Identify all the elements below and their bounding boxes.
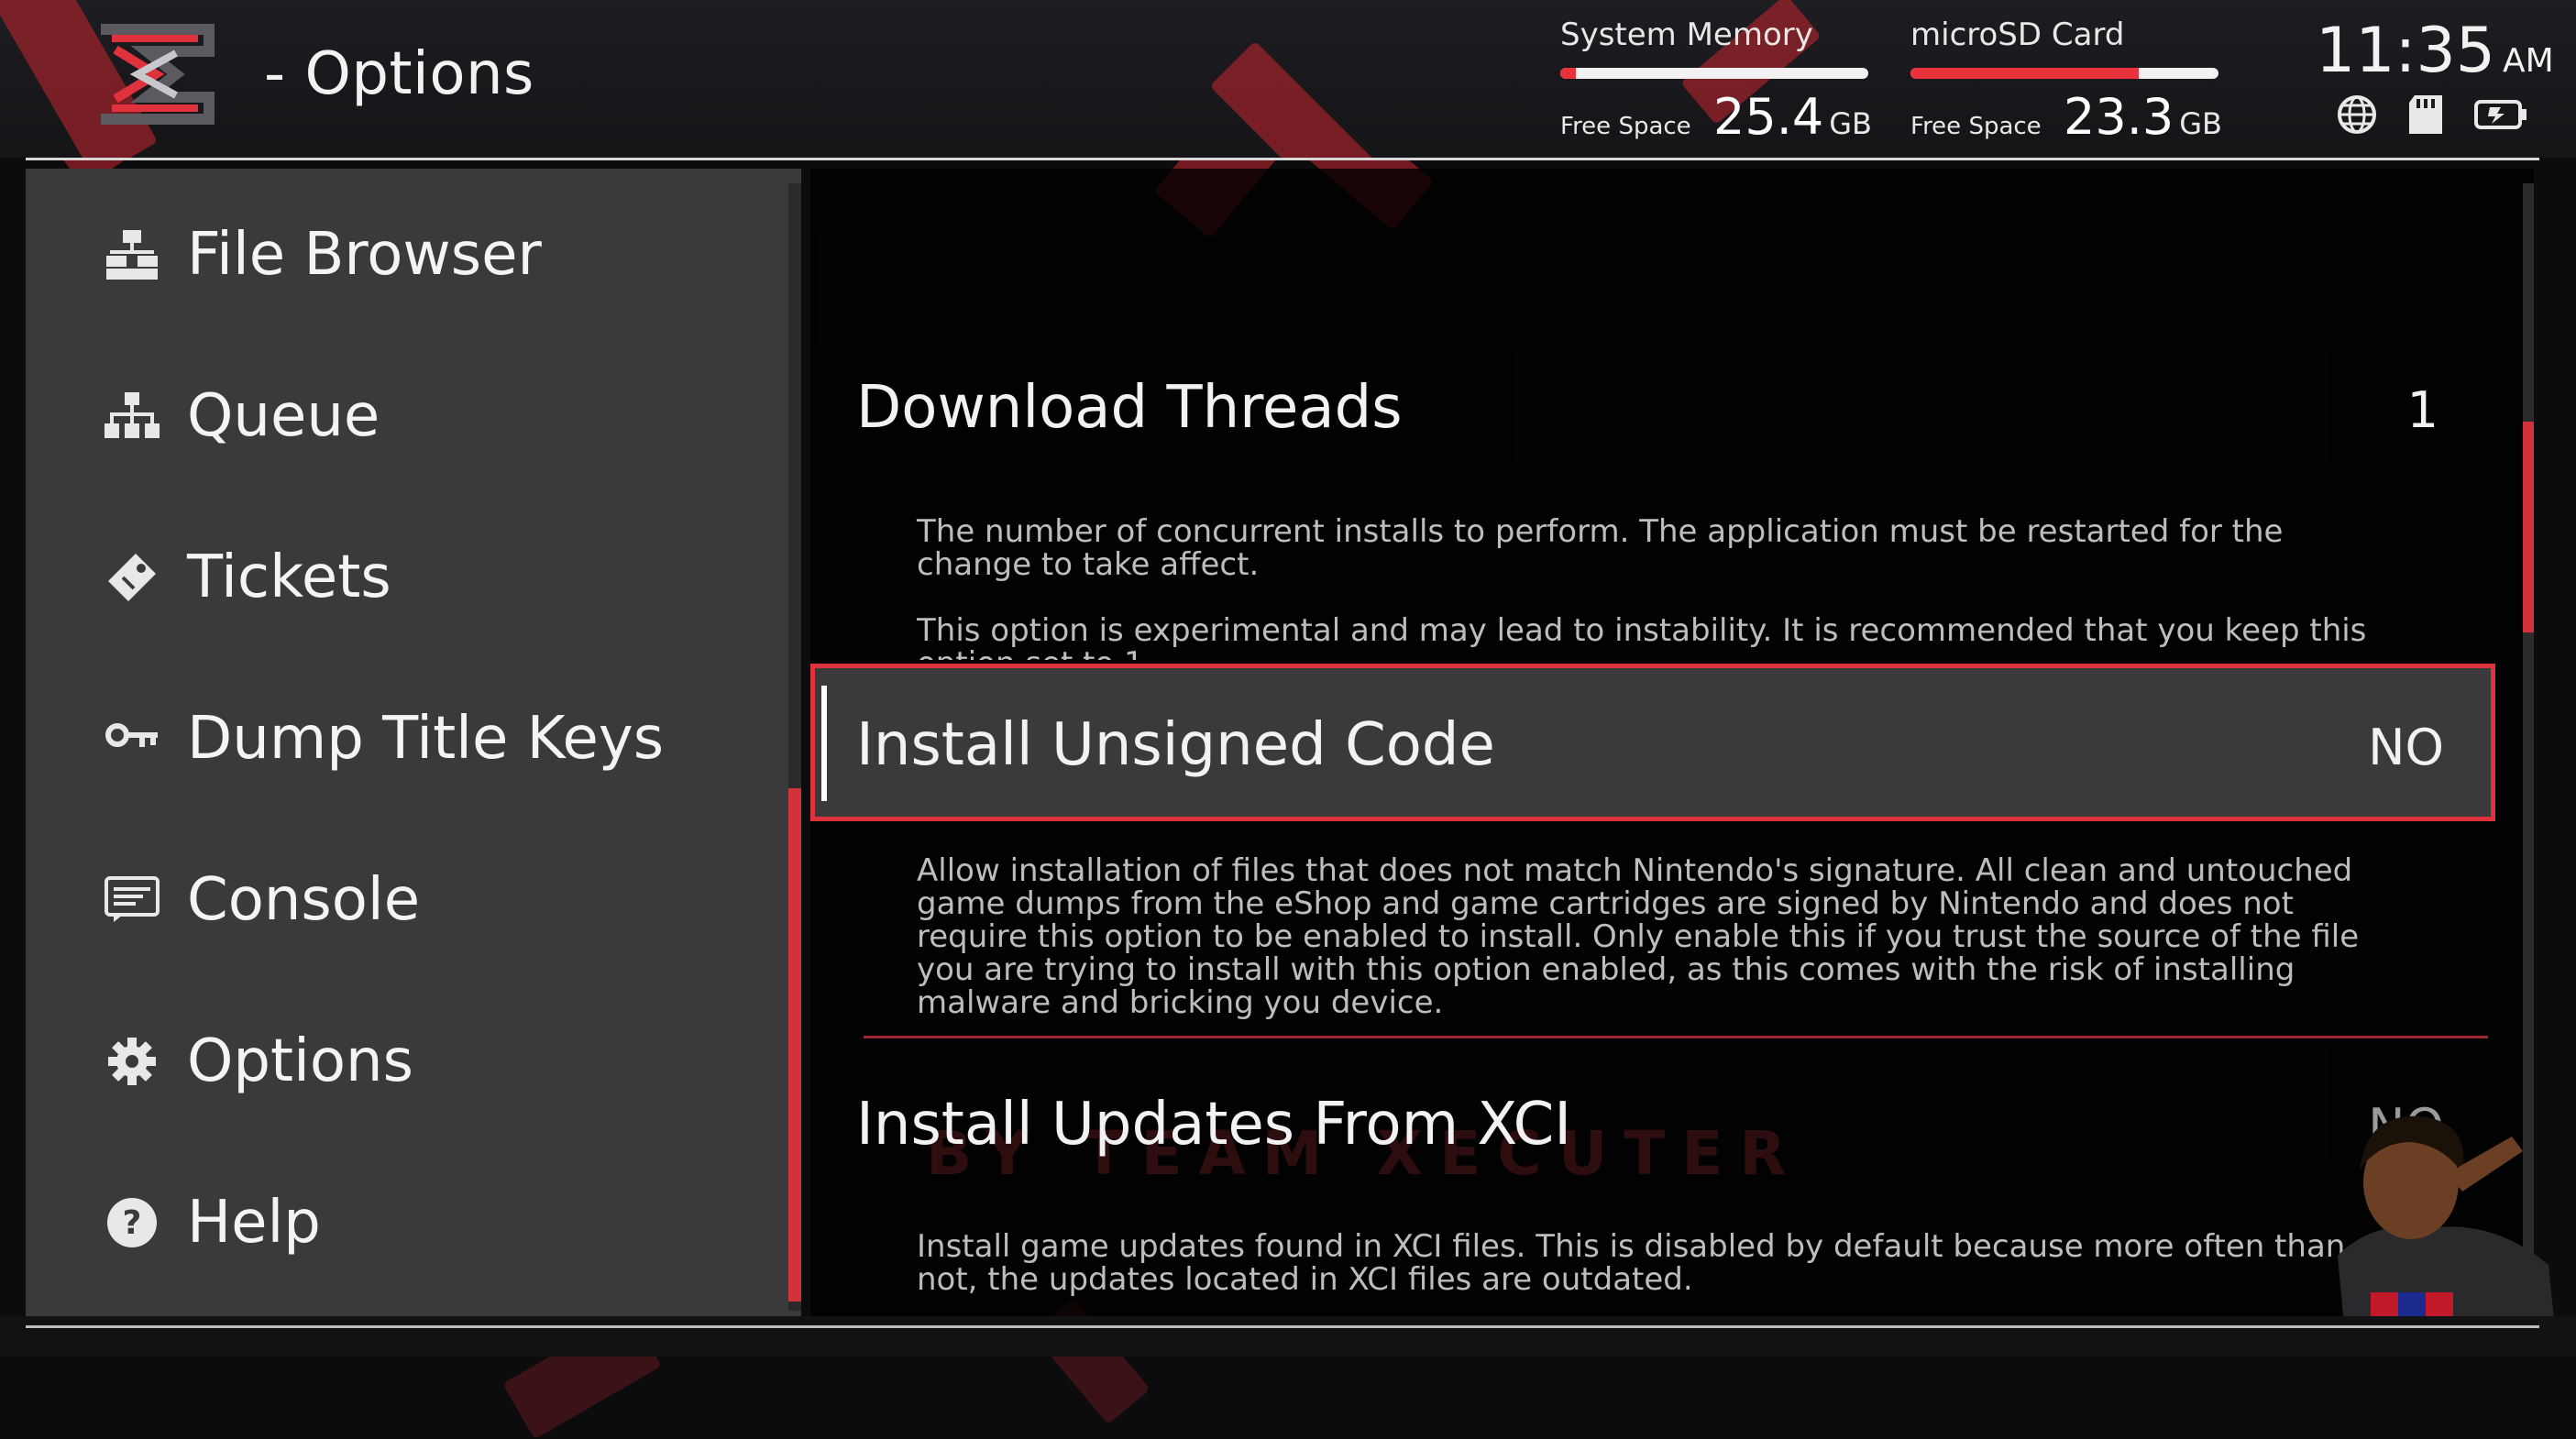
option-title-download-threads[interactable]: Download Threads — [856, 374, 1403, 442]
sidebar-item-queue[interactable]: Queue — [26, 352, 801, 480]
globe-icon — [2338, 95, 2376, 134]
sidebar: File Browser Queue Tickets Dump Title Ke… — [26, 169, 801, 1316]
gear-icon — [105, 1034, 160, 1089]
option-description: Allow installation of files that does no… — [917, 852, 2360, 1021]
status-icons — [2336, 93, 2528, 136]
system-memory-bar-fill — [1560, 68, 1576, 79]
footer-divider — [26, 1325, 2539, 1328]
system-free-amount: 25.4 — [1713, 88, 1824, 146]
system-memory-bar — [1560, 68, 1868, 79]
option-description: The number of concurrent installs to per… — [917, 513, 2284, 583]
sidebar-item-label: Dump Title Keys — [187, 705, 665, 773]
streamer-avatar — [2338, 1115, 2558, 1357]
header-bar: - Options System Memory Free Space 25.4 … — [0, 0, 2576, 158]
sidebar-item-tickets[interactable]: Tickets — [26, 513, 801, 642]
clock-ampm: AM — [2502, 42, 2554, 80]
option-title-install-unsigned-code[interactable]: Install Unsigned Code — [856, 711, 1495, 779]
sidebar-item-label: Help — [187, 1189, 321, 1257]
ticket-icon — [105, 550, 160, 605]
sidebar-item-help[interactable]: ? Help — [26, 1159, 801, 1287]
sidebar-item-label: File Browser — [187, 221, 542, 289]
selection-marker — [821, 686, 827, 801]
system-free-unit: GB — [1829, 106, 1872, 141]
console-icon — [105, 873, 160, 928]
sidebar-item-dump-title-keys[interactable]: Dump Title Keys — [26, 675, 801, 803]
svg-text:?: ? — [123, 1204, 142, 1242]
option-description: This option is experimental and may lead… — [917, 614, 2367, 660]
sidebar-item-file-browser[interactable]: File Browser — [26, 191, 801, 319]
sd-card-label: microSD Card — [1910, 16, 2125, 53]
sd-free-amount: 23.3 — [2064, 88, 2174, 146]
option-title-install-updates-from-xci[interactable]: Install Updates From XCI — [856, 1091, 1571, 1159]
help-icon: ? — [105, 1195, 160, 1250]
sidebar-item-label: Console — [187, 866, 421, 934]
key-icon — [105, 711, 160, 766]
sidebar-item-label: Queue — [187, 382, 380, 450]
option-divider — [864, 1036, 2488, 1038]
system-memory-indicator: System Memory Free Space 25.4 GB — [1560, 16, 1872, 146]
sidebar-item-label: Options — [187, 1027, 413, 1095]
option-description: Install game updates found in XCI files.… — [917, 1228, 2346, 1298]
sd-free-label: Free Space — [1910, 113, 2042, 140]
page-title: - Options — [264, 40, 534, 108]
system-memory-label: System Memory — [1560, 16, 1813, 53]
clock-time: 11:35 — [2316, 15, 2495, 87]
sidebar-item-console[interactable]: Console — [26, 836, 801, 964]
sd-card-icon — [2409, 95, 2442, 134]
options-scrollbar-thumb[interactable] — [2523, 422, 2534, 632]
option-value-install-unsigned-code[interactable]: NO — [2292, 719, 2444, 776]
sidebar-item-options[interactable]: Options — [26, 997, 801, 1126]
sidebar-item-label: Tickets — [187, 544, 391, 611]
sd-free-unit: GB — [2179, 106, 2222, 141]
background-streak — [1209, 40, 1385, 158]
sidebar-scrollbar-thumb[interactable] — [788, 788, 801, 1302]
file-browser-icon — [105, 227, 160, 282]
option-value-download-threads[interactable]: 1 — [2292, 381, 2438, 439]
header-divider — [26, 158, 2539, 160]
system-free-label: Free Space — [1560, 113, 1691, 140]
sd-card-bar — [1910, 68, 2218, 79]
footer-bar — [0, 1316, 2576, 1357]
queue-icon — [105, 389, 160, 444]
sd-card-bar-fill — [1910, 68, 2139, 79]
sd-card-indicator: microSD Card Free Space 23.3 GB — [1910, 16, 2222, 146]
app-logo-icon — [101, 24, 215, 125]
clock: 11:35 AM — [2316, 15, 2554, 87]
battery-icon — [2474, 100, 2526, 129]
